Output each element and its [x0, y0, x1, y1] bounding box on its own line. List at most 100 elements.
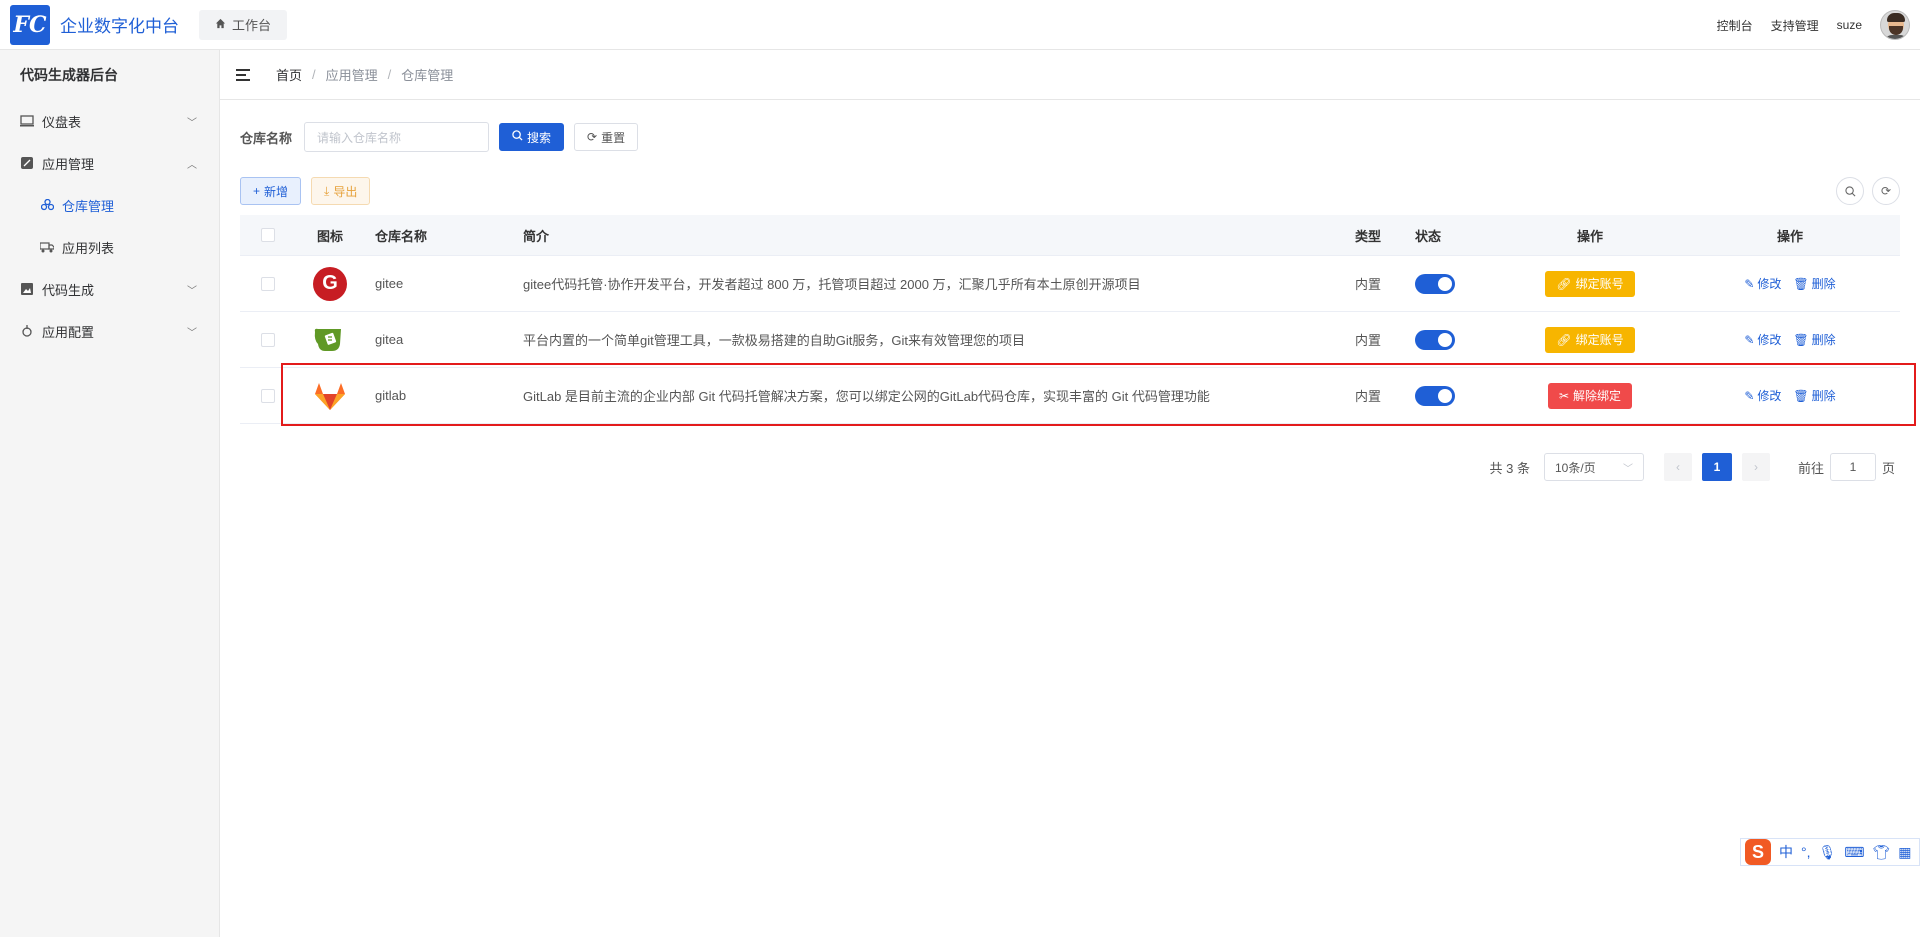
edit-icon: ✎: [1744, 388, 1755, 403]
bind-account-button[interactable]: 🔗︎ 绑定账号: [1545, 326, 1635, 353]
download-icon: ⤓: [324, 183, 330, 198]
add-button-label: 新增: [264, 184, 289, 199]
repo-name-input[interactable]: 请输入仓库名称: [304, 122, 490, 152]
delete-label: 删除: [1811, 333, 1836, 347]
edit-icon: ✎: [1744, 276, 1755, 291]
app-logo[interactable]: FC: [10, 4, 50, 45]
sidebar-item-app-management[interactable]: 应用管理 ︿: [0, 142, 219, 184]
edit-button[interactable]: ✎ 修改: [1744, 275, 1781, 292]
breadcrumb-app-management[interactable]: 应用管理: [326, 65, 378, 84]
col-header-operation: 操作: [1576, 228, 1603, 244]
skin-icon[interactable]: 👕︎: [1873, 844, 1891, 861]
col-header-type: 类型: [1355, 228, 1382, 244]
toggle-search-button[interactable]: [1836, 177, 1864, 205]
goto-label: 前往: [1797, 460, 1824, 476]
top-header: FC 企业数字化中台 工作台 控制台 支持管理 suze: [0, 0, 1920, 50]
breadcrumb-home[interactable]: 首页: [276, 65, 302, 84]
trash-icon: 🗑︎: [1793, 276, 1809, 291]
goto-suffix: 页: [1881, 460, 1895, 476]
page-size-value: 10条/页: [1554, 460, 1596, 475]
edit-label: 修改: [1757, 333, 1782, 347]
punctuation-icon[interactable]: °,: [1801, 844, 1811, 860]
breadcrumb-repo-management: 仓库管理: [401, 68, 454, 83]
menu-toggle-icon[interactable]: [236, 68, 252, 82]
truck-icon: [40, 240, 54, 254]
home-icon: [215, 17, 226, 32]
sidebar-item-repo-management[interactable]: 仓库管理: [0, 184, 219, 226]
refresh-button[interactable]: ⟳: [1872, 177, 1900, 205]
export-button[interactable]: ⤓ 导出: [311, 177, 371, 205]
microphone-icon[interactable]: 🎙︎: [1819, 844, 1837, 861]
repo-name-label: 仓库名称: [240, 130, 293, 146]
repo-desc: 平台内置的一个简单git管理工具，一款极易搭建的自助Git服务，Git来有效管理…: [523, 333, 1025, 348]
main-content: 首页 / 应用管理 / 仓库管理 仓库名称 请输入仓库名称 搜索 ⟳ 重置 + …: [220, 50, 1920, 937]
status-toggle[interactable]: [1415, 385, 1455, 406]
repo-type: 内置: [1355, 277, 1382, 292]
export-button-label: 导出: [333, 184, 358, 199]
repo-name: gitea: [375, 332, 404, 347]
bind-account-button[interactable]: 🔗︎ 绑定账号: [1545, 270, 1635, 297]
sogou-logo-icon: S: [1745, 839, 1771, 865]
unbind-button[interactable]: ✂︎ 解除绑定: [1547, 382, 1633, 409]
delete-label: 删除: [1811, 389, 1836, 403]
refresh-icon: ⟳: [587, 130, 598, 144]
select-all-checkbox[interactable]: [260, 228, 275, 242]
row-checkbox[interactable]: [260, 388, 275, 403]
username-link[interactable]: suze: [1837, 18, 1862, 32]
ime-mode[interactable]: 中: [1779, 842, 1793, 862]
search-icon: [1844, 185, 1855, 196]
sidebar-item-app-list[interactable]: 应用列表: [0, 226, 219, 268]
app-icon: [20, 156, 34, 170]
add-button[interactable]: + 新增: [240, 177, 302, 205]
reset-button[interactable]: ⟳ 重置: [574, 123, 639, 151]
plus-icon: +: [253, 184, 261, 198]
table-row: G gitee gitee代码托管·协作开发平台，开发者超过 800 万，托管项…: [240, 256, 1900, 312]
prev-page-button[interactable]: ‹: [1663, 453, 1692, 481]
delete-button[interactable]: 🗑︎ 删除: [1793, 387, 1835, 404]
chevron-down-icon: ﹀: [1622, 463, 1633, 475]
support-link[interactable]: 支持管理: [1771, 17, 1819, 34]
grid-icon[interactable]: ▦: [1898, 844, 1911, 861]
top-right-nav: 控制台 支持管理 suze: [1699, 0, 1920, 50]
status-toggle[interactable]: [1415, 273, 1455, 294]
refresh-icon: ⟳: [1880, 184, 1892, 198]
edit-button[interactable]: ✎ 修改: [1744, 331, 1781, 348]
row-checkbox[interactable]: [260, 332, 275, 347]
table-tools: ⟳: [1836, 177, 1900, 205]
ime-toolbar[interactable]: S 中 °, 🎙︎ ⌨︎ 👕︎ ▦: [1740, 838, 1920, 866]
tab-workbench[interactable]: 工作台: [199, 9, 288, 40]
breadcrumb-separator: /: [312, 67, 316, 82]
sidebar-item-dashboard[interactable]: 仪盘表 ﹀: [0, 100, 219, 142]
status-toggle[interactable]: [1415, 329, 1455, 350]
sidebar-item-app-config[interactable]: 应用配置 ﹀: [0, 310, 219, 352]
delete-label: 删除: [1811, 277, 1836, 291]
breadcrumb: 首页 / 应用管理 / 仓库管理: [220, 50, 1920, 100]
sidebar-item-label: 应用管理: [42, 156, 95, 172]
chevron-down-icon: ﹀: [187, 118, 197, 129]
sidebar-item-label: 仓库管理: [62, 198, 115, 214]
keyboard-icon[interactable]: ⌨︎: [1844, 844, 1864, 861]
repo-desc: gitee代码托管·协作开发平台，开发者超过 800 万，托管项目超过 2000…: [523, 277, 1141, 292]
col-header-name: 仓库名称: [375, 228, 428, 244]
config-icon: [20, 324, 34, 338]
goto-page-input[interactable]: 1: [1829, 453, 1876, 481]
avatar[interactable]: [1880, 10, 1910, 40]
sidebar-item-code-generation[interactable]: 代码生成 ﹀: [0, 268, 219, 310]
next-page-button[interactable]: ›: [1741, 453, 1770, 481]
sidebar-item-label: 仪盘表: [42, 114, 82, 130]
link-icon: 🔗︎: [1556, 276, 1572, 291]
console-link[interactable]: 控制台: [1717, 17, 1753, 34]
row-checkbox[interactable]: [260, 276, 275, 291]
chevron-down-icon: ﹀: [187, 328, 197, 339]
page-size-select[interactable]: 10条/页 ﹀: [1543, 453, 1644, 481]
col-header-operation: 操作: [1776, 228, 1803, 244]
page-number[interactable]: 1: [1701, 453, 1732, 481]
search-button[interactable]: 搜索: [499, 123, 565, 151]
app-title: 企业数字化中台: [60, 17, 179, 36]
edit-button[interactable]: ✎ 修改: [1744, 387, 1781, 404]
chevron-down-icon: ﹀: [187, 286, 197, 297]
repo-icon: [40, 198, 54, 212]
delete-button[interactable]: 🗑︎ 删除: [1793, 331, 1835, 348]
sidebar-item-label: 应用列表: [62, 240, 115, 256]
delete-button[interactable]: 🗑︎ 删除: [1793, 275, 1835, 292]
